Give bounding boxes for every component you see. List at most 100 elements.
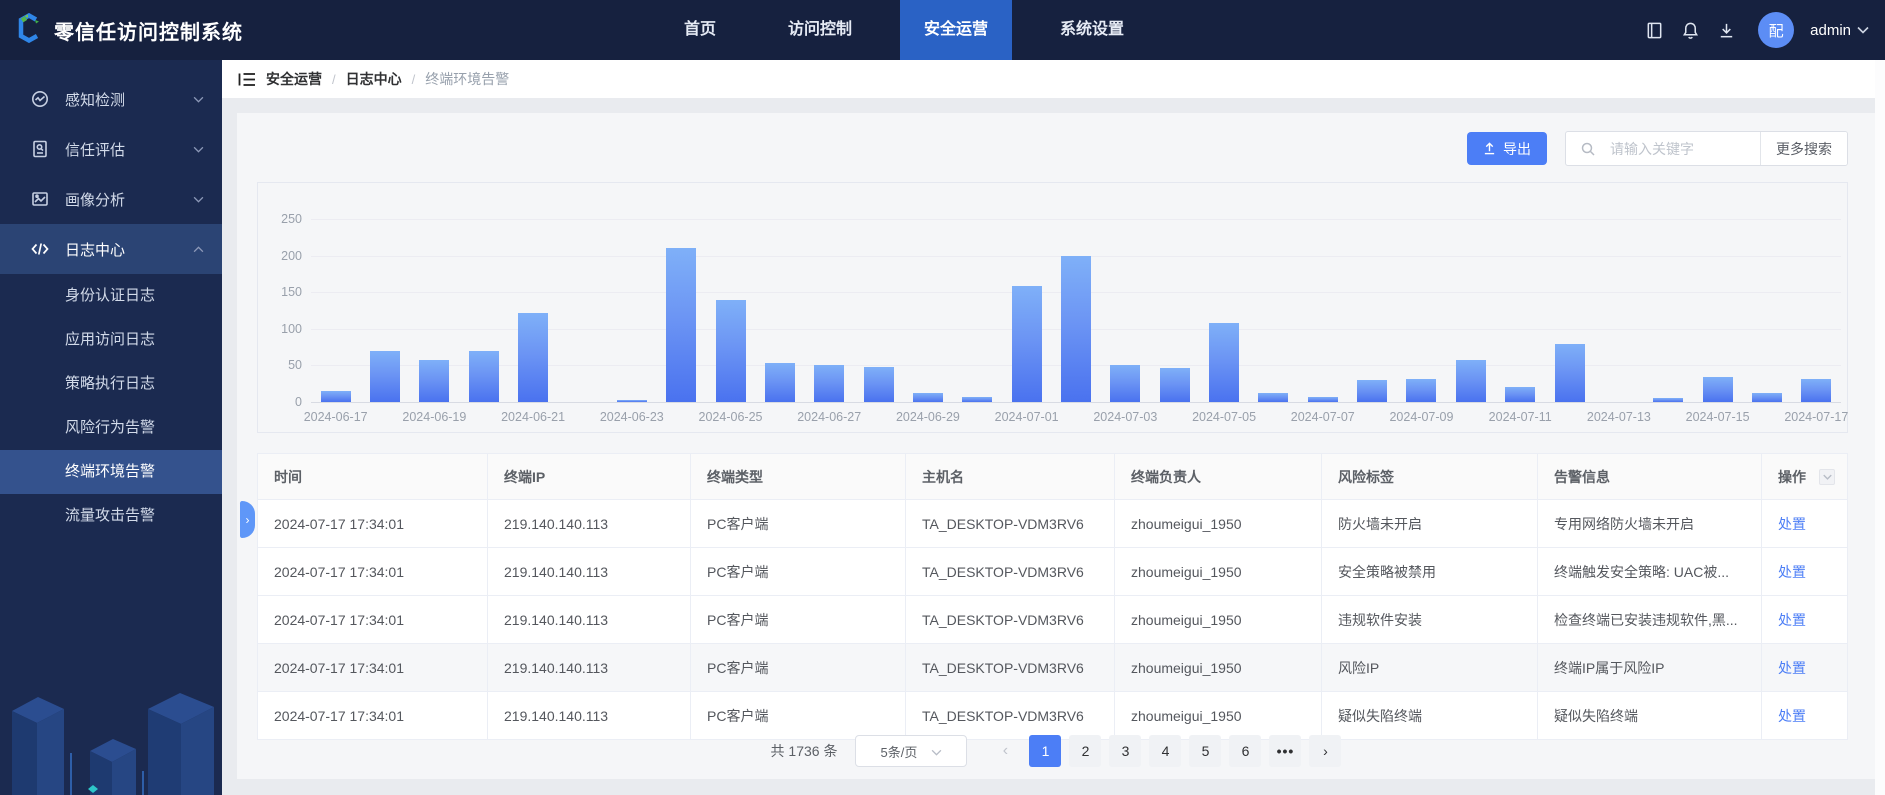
column-settings-icon[interactable]	[1819, 469, 1835, 485]
chevron-up-icon	[193, 246, 204, 253]
nav-item-2[interactable]: 访问控制	[764, 0, 876, 60]
page-button-5[interactable]: 5	[1189, 735, 1221, 767]
column-header-主机名: 主机名	[906, 454, 1115, 499]
top-navbar: 零信任访问控制系统 首页访问控制安全运营系统设置 配 admin	[0, 0, 1885, 60]
bell-icon[interactable]	[1680, 20, 1700, 40]
chevron-down-icon	[1857, 26, 1869, 34]
nav-item-3[interactable]: 安全运营	[900, 0, 1012, 60]
sidebar: 感知检测信任评估画像分析日志中心身份认证日志应用访问日志策略执行日志风险行为告警…	[0, 60, 222, 795]
x-axis-line	[311, 402, 1841, 403]
cell-时间: 2024-07-17 17:34:01	[258, 548, 488, 595]
sidebar-item-label: 画像分析	[65, 189, 193, 210]
chevron-down-icon	[193, 96, 204, 103]
prev-page-button[interactable]: ‹	[989, 735, 1021, 767]
export-icon	[1483, 142, 1496, 155]
cell-终端负责人: zhoumeigui_1950	[1115, 644, 1322, 691]
cell-主机名: TA_DESKTOP-VDM3RV6	[906, 644, 1115, 691]
y-tick-label: 0	[262, 395, 302, 409]
bar-2024-06-28	[864, 367, 894, 402]
admin-menu[interactable]: admin	[1810, 22, 1869, 39]
cell-告警信息: 专用网络防火墙未开启	[1538, 500, 1762, 547]
bar-2024-06-25	[716, 300, 746, 402]
sidebar-subitem-策略执行日志[interactable]: 策略执行日志	[0, 362, 222, 406]
menu-fold-icon[interactable]	[238, 72, 256, 87]
cell-风险标签: 疑似失陷终端	[1322, 692, 1538, 739]
page-size-select[interactable]: 5条/页	[855, 735, 967, 767]
chevron-down-icon	[931, 744, 942, 759]
page-button-3[interactable]: 3	[1109, 735, 1141, 767]
sidebar-item-1[interactable]: 感知检测	[0, 74, 222, 124]
breadcrumb-item-1[interactable]: 安全运营	[266, 69, 322, 89]
column-header-操作: 操作	[1762, 454, 1847, 499]
bar-2024-07-02	[1061, 256, 1091, 402]
gridline-250	[311, 219, 1841, 220]
journal-icon[interactable]	[1644, 20, 1664, 40]
handle-link[interactable]: 处置	[1778, 610, 1806, 630]
nav-item-1[interactable]: 首页	[660, 0, 740, 60]
search-input[interactable]	[1610, 132, 1760, 165]
sidebar-item-2[interactable]: 信任评估	[0, 124, 222, 174]
sidebar-subitem-身份认证日志[interactable]: 身份认证日志	[0, 274, 222, 318]
cell-主机名: TA_DESKTOP-VDM3RV6	[906, 500, 1115, 547]
page-button-1[interactable]: 1	[1029, 735, 1061, 767]
cell-风险标签: 安全策略被禁用	[1322, 548, 1538, 595]
x-tick-label: 2024-07-15	[1673, 410, 1763, 424]
sidebar-subitem-风险行为告警[interactable]: 风险行为告警	[0, 406, 222, 450]
handle-link[interactable]: 处置	[1778, 706, 1806, 726]
sidebar-item-4[interactable]: 日志中心	[0, 224, 222, 274]
radar-icon	[30, 89, 50, 109]
x-tick-label: 2024-06-29	[883, 410, 973, 424]
handle-link[interactable]: 处置	[1778, 562, 1806, 582]
app-title: 零信任访问控制系统	[54, 16, 243, 45]
x-tick-label: 2024-07-05	[1179, 410, 1269, 424]
cell-终端类型: PC客户端	[691, 644, 906, 691]
bar-2024-07-10	[1456, 360, 1486, 402]
cell-终端IP: 219.140.140.113	[488, 548, 691, 595]
admin-label: admin	[1810, 22, 1851, 39]
y-tick-label: 250	[262, 212, 302, 226]
x-tick-label: 2024-06-19	[389, 410, 479, 424]
bar-2024-06-21	[518, 313, 548, 402]
bar-2024-06-26	[765, 363, 795, 402]
sidebar-subitem-终端环境告警[interactable]: 终端环境告警	[0, 450, 222, 494]
cell-时间: 2024-07-17 17:34:01	[258, 596, 488, 643]
bar-2024-06-27	[814, 365, 844, 402]
handle-link[interactable]: 处置	[1778, 658, 1806, 678]
search-icon	[1566, 132, 1610, 165]
breadcrumb-item-2[interactable]: 日志中心	[346, 69, 402, 89]
cell-主机名: TA_DESKTOP-VDM3RV6	[906, 596, 1115, 643]
export-button[interactable]: 导出	[1467, 132, 1547, 165]
bar-2024-07-06	[1258, 393, 1288, 402]
next-page-button[interactable]: ›	[1309, 735, 1341, 767]
nav-item-4[interactable]: 系统设置	[1036, 0, 1148, 60]
main-content: 导出 更多搜索 2502001501005002024-06-172024-06…	[222, 98, 1885, 795]
cell-时间: 2024-07-17 17:34:01	[258, 644, 488, 691]
bar-2024-06-30	[962, 397, 992, 402]
cell-告警信息: 检查终端已安装违规软件,黑...	[1538, 596, 1762, 643]
logo-icon	[14, 13, 44, 48]
cell-时间: 2024-07-17 17:34:01	[258, 692, 488, 739]
table-row: 2024-07-17 17:34:01219.140.140.113PC客户端T…	[258, 596, 1847, 644]
column-header-终端负责人: 终端负责人	[1115, 454, 1322, 499]
page-button-2[interactable]: 2	[1069, 735, 1101, 767]
sidebar-subitem-应用访问日志[interactable]: 应用访问日志	[0, 318, 222, 362]
y-tick-label: 150	[262, 285, 302, 299]
cell-时间: 2024-07-17 17:34:01	[258, 500, 488, 547]
sidebar-item-label: 感知检测	[65, 89, 193, 110]
more-pages-button[interactable]: •••	[1269, 735, 1301, 767]
cell-操作: 处置	[1762, 596, 1847, 643]
download-icon[interactable]	[1716, 20, 1736, 40]
chevron-down-icon	[193, 146, 204, 153]
cell-风险标签: 风险IP	[1322, 644, 1538, 691]
sidebar-item-3[interactable]: 画像分析	[0, 174, 222, 224]
bar-2024-07-14	[1653, 398, 1683, 402]
page-button-4[interactable]: 4	[1149, 735, 1181, 767]
handle-link[interactable]: 处置	[1778, 514, 1806, 534]
page-button-6[interactable]: 6	[1229, 735, 1261, 767]
more-search-button[interactable]: 更多搜索	[1760, 132, 1847, 165]
scrollbar-track[interactable]	[1875, 60, 1885, 795]
cell-终端IP: 219.140.140.113	[488, 644, 691, 691]
avatar[interactable]: 配	[1758, 12, 1794, 48]
sidebar-subitem-流量攻击告警[interactable]: 流量攻击告警	[0, 494, 222, 538]
drawer-expand-handle[interactable]: ›	[240, 501, 255, 538]
